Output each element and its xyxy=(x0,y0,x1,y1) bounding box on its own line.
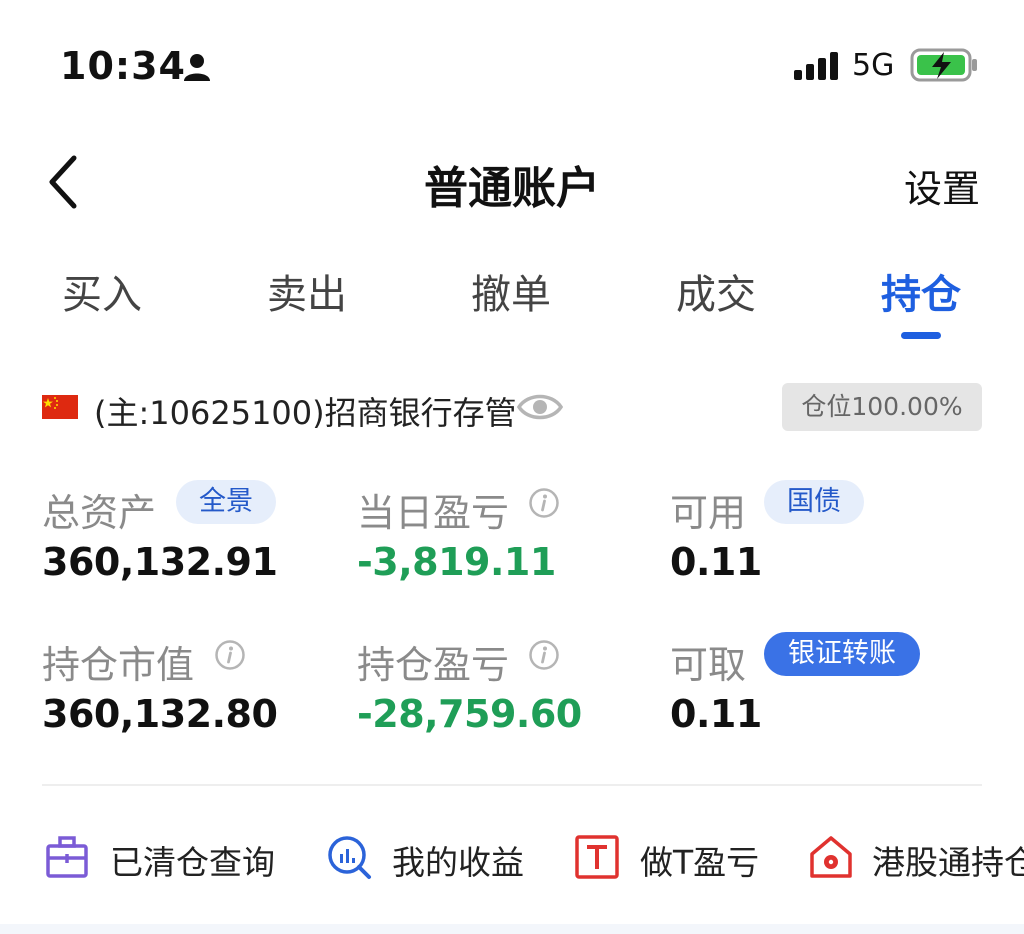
hk-connect-holdings[interactable]: 港股通持仓 xyxy=(808,830,1024,886)
market-value-value: 360,132.80 xyxy=(42,692,278,736)
daily-pnl-value: -3,819.11 xyxy=(357,540,556,584)
page-title: 普通账户 xyxy=(424,163,600,214)
tab-holdings[interactable]: 持仓 xyxy=(841,262,1001,339)
tool-label: 我的收益 xyxy=(392,843,524,882)
person-icon xyxy=(184,54,210,81)
withdrawable-label: 可取 xyxy=(670,643,747,687)
available-label: 可用 xyxy=(670,491,747,535)
t-trade-pnl[interactable]: 做T盈亏 xyxy=(574,830,784,886)
tool-label: 港股通持仓 xyxy=(872,843,1024,882)
total-assets-label: 总资产 xyxy=(42,491,157,535)
cleared-positions-query[interactable]: 已清仓查询 xyxy=(44,830,294,886)
status-bar: 10:34 5G xyxy=(0,0,1024,130)
bank-transfer-button[interactable]: 银证转账 xyxy=(764,632,920,676)
market-value-label: 持仓市值 xyxy=(42,643,195,687)
position-pnl-value: -28,759.60 xyxy=(357,692,582,736)
tab-filled[interactable]: 成交 xyxy=(636,262,796,320)
info-icon[interactable] xyxy=(528,487,560,519)
daily-pnl-label: 当日盈亏 xyxy=(357,491,510,535)
withdrawable-value: 0.11 xyxy=(670,692,762,736)
network-label: 5G xyxy=(852,48,895,83)
account-selector[interactable]: (主:10625100)招商银行存管 xyxy=(94,388,517,434)
status-time: 10:34 xyxy=(60,44,186,88)
tab-sell[interactable]: 卖出 xyxy=(227,262,387,320)
trade-tabs: 买入 卖出 撤单 成交 持仓 xyxy=(0,262,1024,342)
holdings-page: 10:34 5G 普通账户 设置 买入 卖出 撤单 成交 持仓 (主:10625… xyxy=(0,0,1024,934)
tab-cancel[interactable]: 撤单 xyxy=(431,262,591,320)
bottom-strip xyxy=(0,924,1024,934)
my-earnings[interactable]: 我的收益 xyxy=(326,830,546,886)
signal-icon xyxy=(794,52,838,80)
tool-label: 已清仓查询 xyxy=(110,843,275,882)
tab-buy[interactable]: 买入 xyxy=(22,262,182,320)
china-flag-icon xyxy=(42,395,78,419)
settings-button[interactable]: 设置 xyxy=(904,158,980,213)
panorama-tag-button[interactable]: 全景 xyxy=(176,480,276,524)
divider xyxy=(42,784,982,786)
briefcase-icon xyxy=(46,836,88,878)
position-pnl-label: 持仓盈亏 xyxy=(357,643,510,687)
available-value: 0.11 xyxy=(670,540,762,584)
tool-label: 做T盈亏 xyxy=(640,843,760,882)
eye-icon[interactable] xyxy=(516,390,564,424)
t-box-icon xyxy=(575,835,619,879)
tab-holdings-label: 持仓 xyxy=(881,272,961,318)
position-ratio-badge: 仓位100.00% xyxy=(782,383,982,431)
info-icon[interactable] xyxy=(528,639,560,671)
battery-charging-icon xyxy=(910,48,977,82)
active-tab-indicator xyxy=(901,332,941,339)
hk-house-icon xyxy=(810,836,852,878)
total-assets-value: 360,132.91 xyxy=(42,540,278,584)
info-icon[interactable] xyxy=(214,639,246,671)
treasury-tag-button[interactable]: 国债 xyxy=(764,480,864,524)
chart-search-icon xyxy=(328,836,371,879)
